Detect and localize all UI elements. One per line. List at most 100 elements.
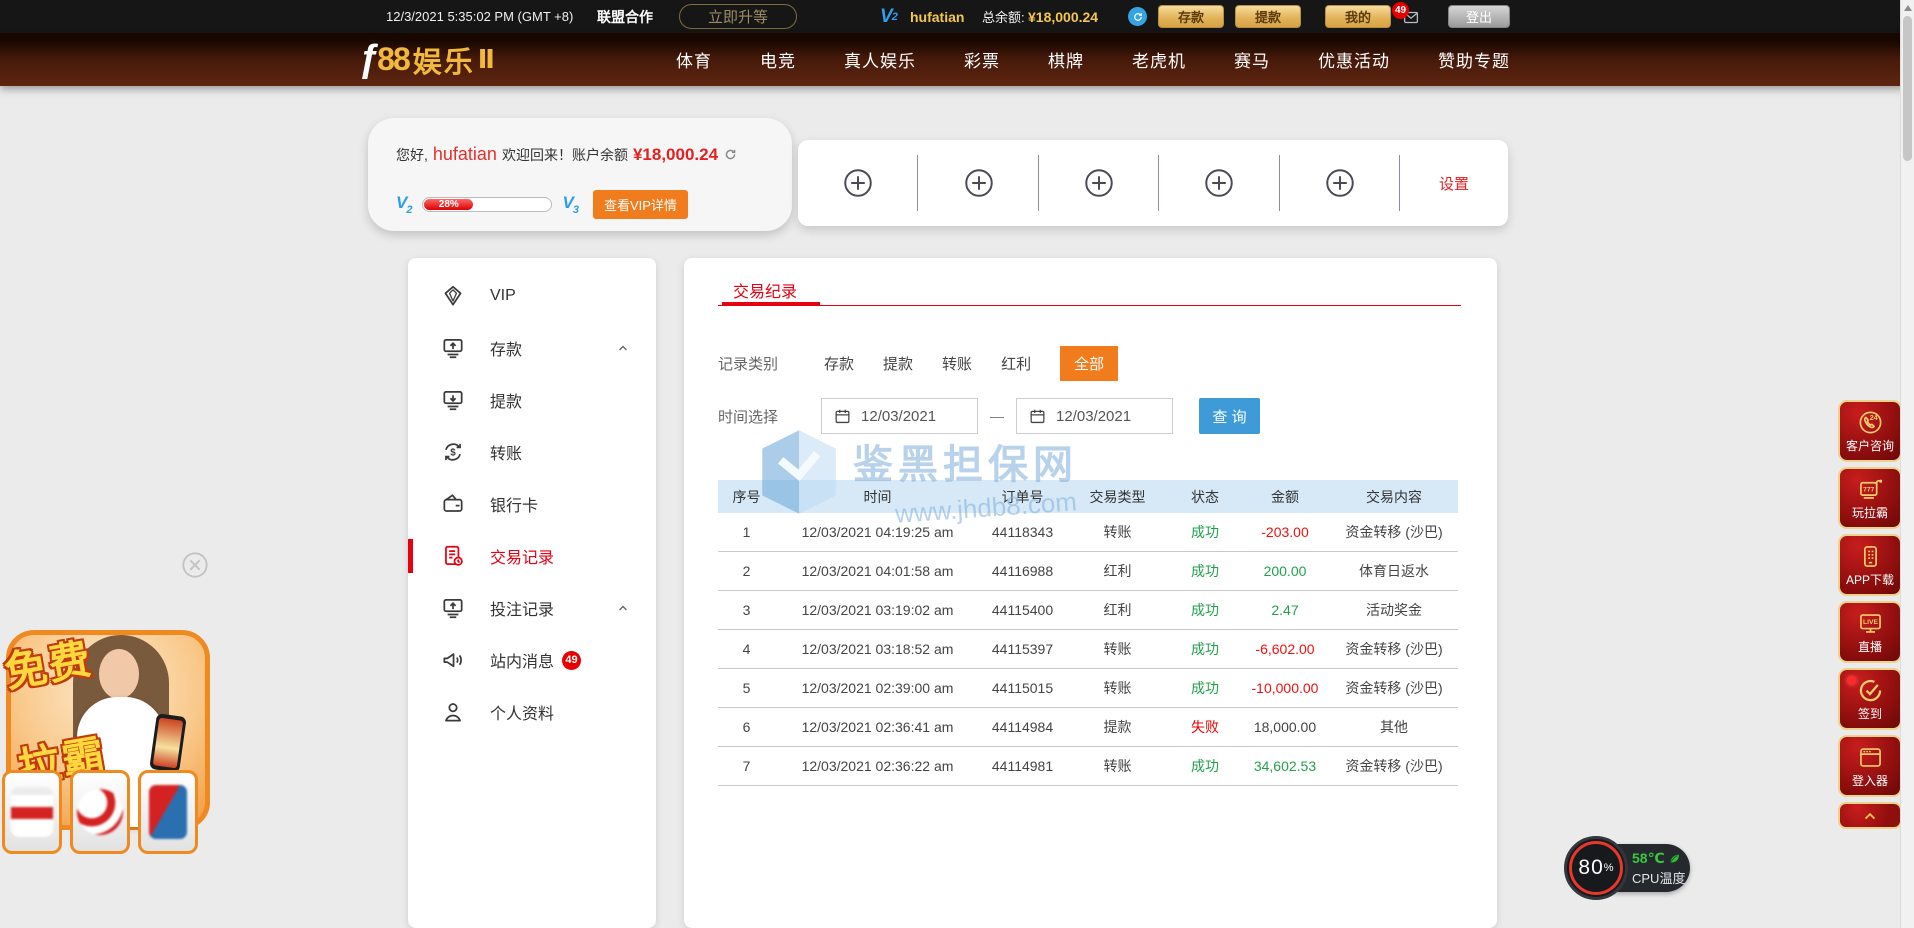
vip-detail-button[interactable]: 查看VIP详情	[593, 190, 688, 219]
nav-item[interactable]: 赞助专题	[1438, 47, 1510, 72]
sidebar-item[interactable]: 个人资料	[408, 686, 656, 738]
search-button[interactable]: 查 询	[1199, 398, 1260, 434]
page: 12/3/2021 5:35:02 PM (GMT +8) 联盟合作 立即升等 …	[0, 0, 1914, 928]
logo-88: 88	[377, 41, 409, 78]
sidebar-item[interactable]: 站内消息 49	[408, 634, 656, 686]
quick-add-slot[interactable]	[1159, 140, 1279, 226]
promo-close-icon[interactable]	[181, 551, 209, 579]
nav-item[interactable]: 老虎机	[1132, 47, 1186, 72]
cell-amount: 2.47	[1240, 602, 1330, 618]
cell-time: 12/03/2021 02:39:00 am	[775, 680, 980, 696]
sidebar-item[interactable]: 投注记录	[408, 582, 656, 634]
nav-item[interactable]: 赛马	[1234, 47, 1270, 72]
cell-order-number: 44115015	[980, 680, 1065, 696]
topbar: 12/3/2021 5:35:02 PM (GMT +8) 联盟合作 立即升等 …	[0, 0, 1914, 33]
page-scrollbar[interactable]	[1900, 0, 1914, 928]
refresh-balance-button[interactable]	[1128, 7, 1147, 26]
nav-menu: 体育 电竞 真人娱乐 彩票 棋牌 老虎机 赛马 优惠活动 赞助专题	[676, 33, 1510, 86]
nav-item[interactable]: 棋牌	[1048, 47, 1084, 72]
greeting-suffix: 欢迎回来！账户余额	[502, 145, 628, 165]
chevron-up-icon	[1861, 807, 1879, 825]
floating-button-label: 直播	[1858, 638, 1882, 655]
sidebar-item[interactable]: VIP	[408, 270, 656, 322]
alliance-link[interactable]: 联盟合作	[597, 0, 653, 33]
collapse-rail-button[interactable]	[1838, 802, 1902, 829]
date-to-input[interactable]: 12/03/2021	[1016, 398, 1173, 434]
floating-button[interactable]: 直播	[1838, 601, 1902, 663]
nav-item[interactable]: 真人娱乐	[844, 47, 916, 72]
vip-gem-icon	[440, 283, 466, 309]
sidebar-item-label: 转账	[490, 440, 522, 464]
category-option[interactable]: 存款	[824, 346, 854, 381]
cell-amount: 18,000.00	[1240, 719, 1330, 735]
floating-button[interactable]: 客户咨询	[1838, 400, 1902, 462]
nav-item[interactable]: 体育	[676, 47, 712, 72]
table-body: 1 12/03/2021 04:19:25 am 44118343 转账 成功 …	[718, 513, 1458, 786]
deposit-icon	[440, 335, 466, 361]
floating-button-label: APP下载	[1846, 571, 1894, 588]
deposit-button[interactable]: 存款	[1158, 5, 1224, 28]
quick-add-slot[interactable]	[1280, 140, 1400, 226]
nav-item[interactable]: 电竞	[760, 47, 796, 72]
cell-status: 成功	[1170, 639, 1240, 659]
cell-status: 成功	[1170, 600, 1240, 620]
category-label: 记录类别	[718, 353, 778, 374]
floating-sidebar: 客户咨询 玩拉霸 APP下载 直播	[1838, 400, 1902, 829]
sidebar-item[interactable]: 转账	[408, 426, 656, 478]
sidebar-item[interactable]: 交易记录	[408, 530, 656, 582]
floating-button[interactable]: 玩拉霸	[1838, 467, 1902, 529]
floating-button[interactable]: 签到	[1838, 668, 1902, 730]
slot-reel	[138, 770, 198, 854]
withdraw-button[interactable]: 提款	[1235, 5, 1301, 28]
site-logo[interactable]: ƒ 88 娱乐 Ⅱ	[358, 33, 495, 86]
quick-add-slot[interactable]	[798, 140, 918, 226]
nav-item[interactable]: 优惠活动	[1318, 47, 1390, 72]
sidebar-item-label: VIP	[490, 287, 516, 305]
cell-status: 成功	[1170, 522, 1240, 542]
mail-button[interactable]: 49	[1400, 9, 1422, 26]
cell-transaction-type: 转账	[1065, 678, 1170, 698]
floating-button[interactable]: APP下载	[1838, 534, 1902, 596]
nav-item[interactable]: 彩票	[964, 47, 1000, 72]
cell-transaction-type: 红利	[1065, 600, 1170, 620]
promo-banner[interactable]: 免费 拉霸	[2, 588, 216, 872]
cell-content: 资金转移 (沙巴)	[1330, 678, 1458, 698]
category-option[interactable]: 转账	[942, 346, 972, 381]
transfer-icon	[440, 439, 466, 465]
table-row: 7 12/03/2021 02:36:22 am 44114981 转账 成功 …	[718, 747, 1458, 786]
quick-add-slot[interactable]	[1039, 140, 1159, 226]
sidebar-item[interactable]: 银行卡	[408, 478, 656, 530]
cell-transaction-type: 转账	[1065, 756, 1170, 776]
cell-transaction-type: 提款	[1065, 717, 1170, 737]
sidebar-item[interactable]: 提款	[408, 374, 656, 426]
upgrade-button[interactable]: 立即升等	[679, 4, 797, 29]
category-option[interactable]: 红利	[1001, 346, 1031, 381]
cell-time: 12/03/2021 04:19:25 am	[775, 524, 980, 540]
sidebar-item[interactable]: 存款	[408, 322, 656, 374]
category-option[interactable]: 全部	[1060, 346, 1118, 381]
cell-content: 体育日返水	[1330, 561, 1458, 581]
cell-time: 12/03/2021 02:36:41 am	[775, 719, 980, 735]
logout-button[interactable]: 登出	[1448, 5, 1510, 28]
scrollbar-up-arrow[interactable]	[1904, 5, 1912, 11]
live-stream-icon	[1857, 610, 1884, 637]
calendar-icon	[1028, 407, 1047, 426]
refresh-balance-icon[interactable]	[723, 147, 738, 162]
bank-card-icon	[440, 491, 466, 517]
floating-button[interactable]: 登入器	[1838, 735, 1902, 797]
tab-transaction-records[interactable]: 交易纪录	[733, 278, 797, 302]
scrollbar-thumb[interactable]	[1903, 16, 1912, 161]
date-from-input[interactable]: 12/03/2021	[821, 398, 978, 434]
cell-order-number: 44115397	[980, 641, 1065, 657]
category-option[interactable]: 提款	[883, 346, 913, 381]
promo-phone-image	[149, 713, 187, 773]
floating-button-label: 玩拉霸	[1852, 504, 1888, 521]
settings-button[interactable]: 设置	[1400, 140, 1508, 226]
account-summary-card: 您好, hufatian 欢迎回来！账户余额 ¥18,000.24 V2 28%…	[368, 118, 792, 231]
cell-amount: -203.00	[1240, 524, 1330, 540]
jersey-image	[11, 787, 53, 837]
sidebar-item-label: 投注记录	[490, 596, 554, 620]
quick-add-slot[interactable]	[918, 140, 1038, 226]
mine-button[interactable]: 我的	[1325, 5, 1391, 28]
vip-progress-row: V2 28% V3 查看VIP详情	[396, 190, 688, 219]
